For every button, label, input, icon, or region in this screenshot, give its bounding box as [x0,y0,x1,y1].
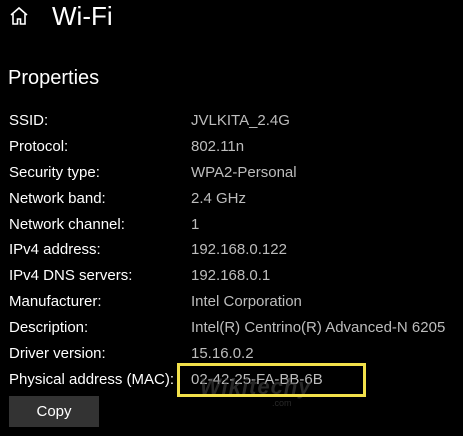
property-label: IPv4 address: [9,241,101,259]
watermark-logo-suffix: .com [272,398,292,408]
home-icon[interactable] [8,5,30,27]
property-value: 192.168.0.122 [191,241,287,259]
property-row-description: Description: Intel(R) Centrino(R) Advanc… [0,316,463,342]
property-label: Physical address (MAC): [9,370,175,388]
property-row-ssid: SSID: JVLKITA_2.4G [0,109,463,135]
property-label: Driver version: [9,345,106,363]
property-value: Intel(R) Centrino(R) Advanced-N 6205 [191,319,446,337]
property-value: WPA2-Personal [191,163,297,181]
property-row-manufacturer: Manufacturer: Intel Corporation [0,290,463,316]
property-label: Network channel: [9,215,125,233]
property-value: 802.11n [191,137,245,155]
property-value: 15.16.0.2 [191,345,254,363]
property-row-security-type: Security type: WPA2-Personal [0,161,463,187]
section-title: Properties [8,67,100,89]
property-row-ipv4-address: IPv4 address: 192.168.0.122 [0,238,463,264]
property-value: 1 [191,215,200,233]
property-label: Protocol: [9,137,69,155]
properties-list: SSID: JVLKITA_2.4G Protocol: 802.11n Sec… [0,109,463,394]
property-label: IPv4 DNS servers: [9,267,133,285]
property-row-ipv4-dns-servers: IPv4 DNS servers: 192.168.0.1 [0,264,463,290]
property-row-physical-address: Physical address (MAC): 02-42-25-FA-BB-6… [0,368,463,394]
property-label: Description: [9,319,89,337]
property-value: Intel Corporation [191,293,302,311]
property-row-network-band: Network band: 2.4 GHz [0,187,463,213]
property-value-mac: 02-42-25-FA-BB-6B [191,370,323,388]
property-row-driver-version: Driver version: 15.16.0.2 [0,342,463,368]
property-value: 192.168.0.1 [191,267,271,285]
property-value: 2.4 GHz [191,189,247,207]
property-row-network-channel: Network channel: 1 [0,213,463,239]
header: Wi-Fi [0,0,463,40]
copy-button[interactable]: Copy [9,396,99,427]
property-label: SSID: [9,112,49,129]
property-label: Manufacturer: [9,293,102,311]
property-label: Network band: [9,189,106,207]
property-value: JVLKITA_2.4G [191,112,290,129]
window-title: Wi-Fi [52,1,113,31]
property-label: Security type: [9,163,100,181]
property-row-protocol: Protocol: 802.11n [0,135,463,161]
